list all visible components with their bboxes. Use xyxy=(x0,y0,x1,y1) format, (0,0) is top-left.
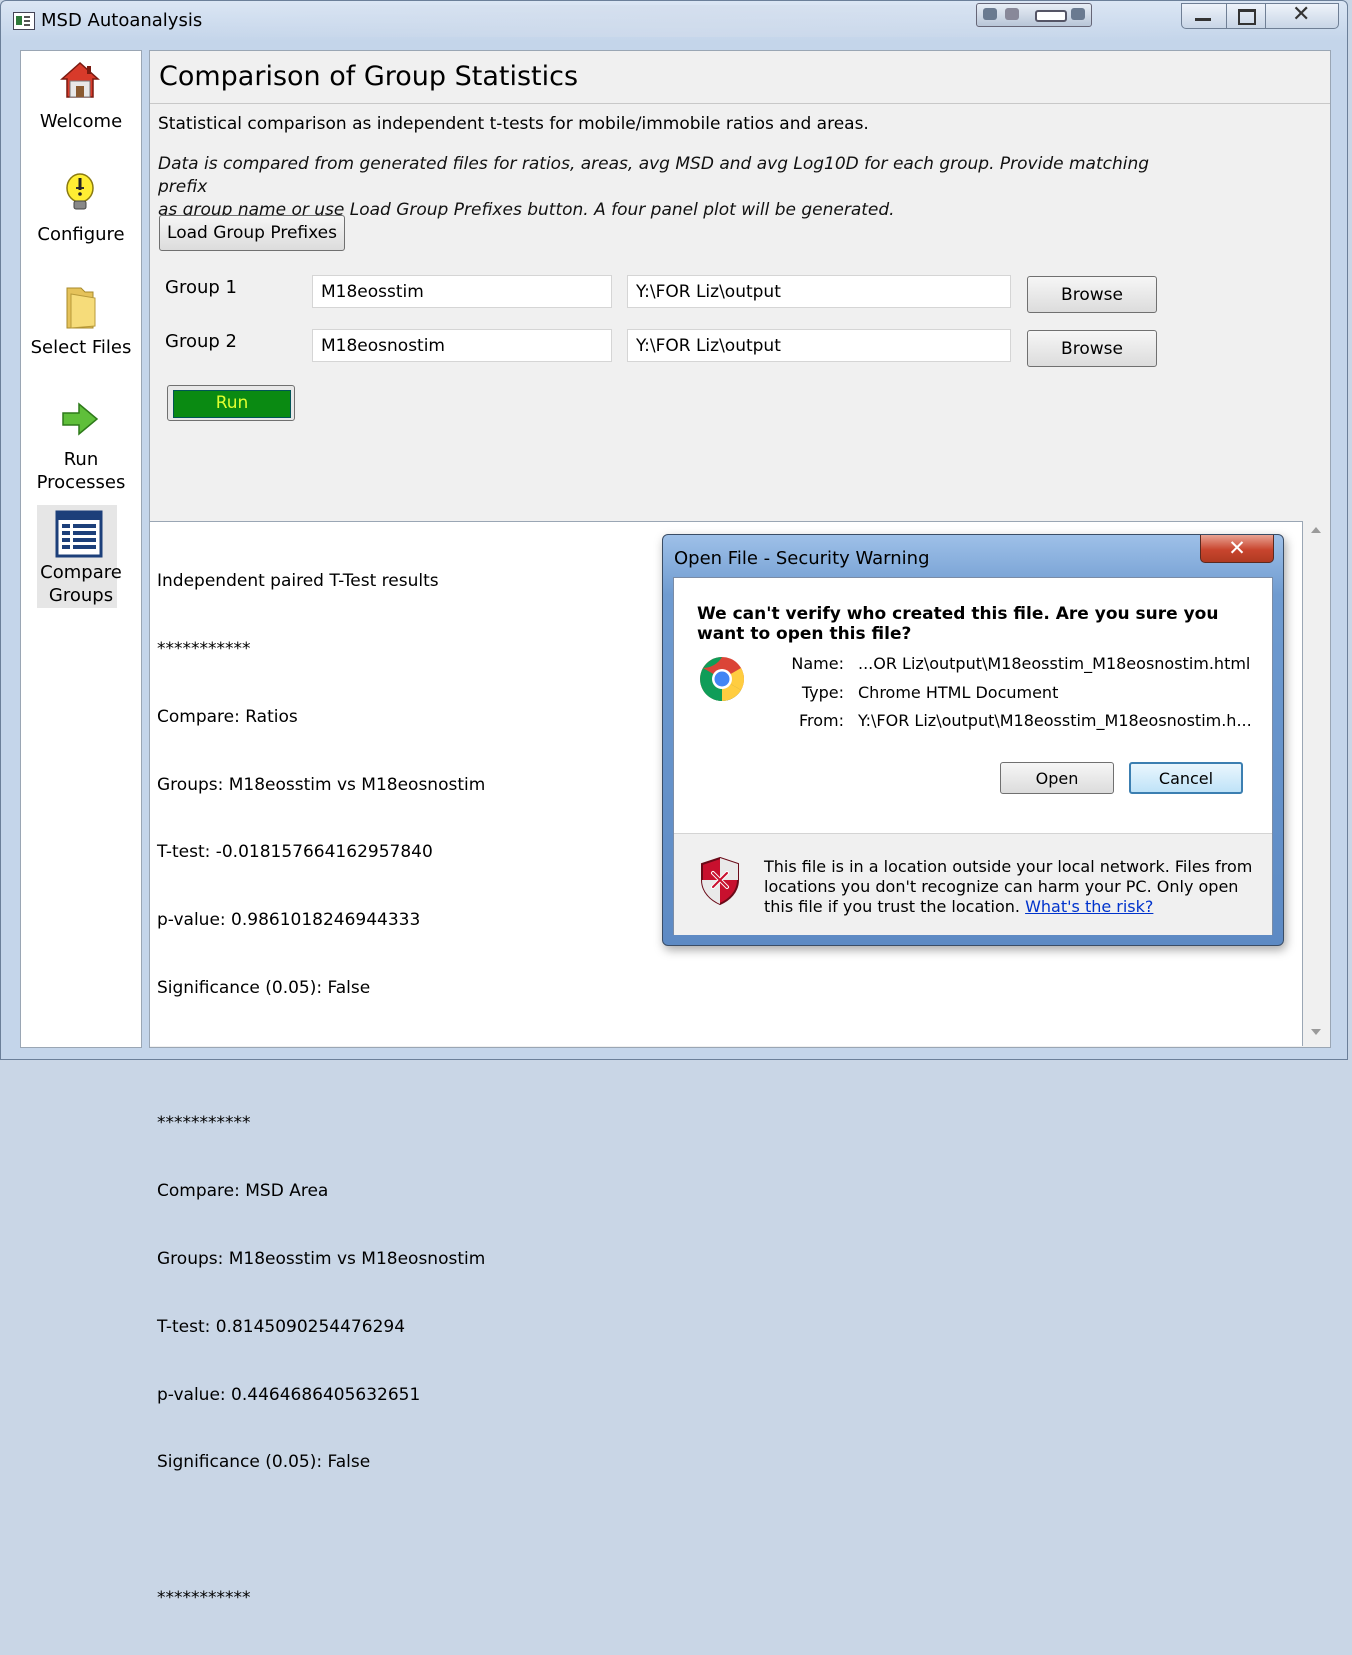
sidebar-item-run-label-line1: Run xyxy=(63,449,99,470)
output-line: Independent paired T-Test results xyxy=(157,571,439,592)
app-icon xyxy=(13,12,35,30)
output-line: *********** xyxy=(157,638,251,659)
page-description: Statistical comparison as independent t-… xyxy=(158,114,869,134)
warning-message: This file is in a location outside your … xyxy=(764,857,1253,916)
page-title: Comparison of Group Statistics xyxy=(159,61,579,92)
output-line: Groups: M18eosstim vs M18eosnostim xyxy=(157,774,486,795)
scroll-down-arrow-icon[interactable] xyxy=(1311,1029,1321,1035)
window-title: MSD Autoanalysis xyxy=(41,10,203,31)
maximize-button[interactable] xyxy=(1226,3,1266,29)
lightbulb-icon[interactable] xyxy=(59,171,101,213)
load-group-prefixes-button[interactable]: Load Group Prefixes xyxy=(159,215,345,251)
output-line: T-test: -0.018157664162957840 xyxy=(157,842,433,863)
scroll-up-arrow-icon[interactable] xyxy=(1311,527,1321,533)
sidebar-item-configure[interactable]: Configure xyxy=(21,223,141,246)
output-line: p-value: 0.9861018246944333 xyxy=(157,910,421,931)
maximize-icon xyxy=(1238,9,1256,25)
file-from-key: From: xyxy=(798,711,844,730)
output-line: *********** xyxy=(157,1113,251,1134)
group2-label: Group 2 xyxy=(165,331,237,352)
file-type-key: Type: xyxy=(801,683,844,702)
dialog-warning-text: This file is in a location outside your … xyxy=(764,857,1254,917)
output-line: p-value: 0.4464686405632651 xyxy=(157,1384,421,1405)
folder-icon[interactable] xyxy=(59,284,101,329)
run-button[interactable]: Run xyxy=(167,385,295,421)
taskbar-thumbnail-buttons[interactable] xyxy=(976,3,1092,27)
output-line: ​ xyxy=(157,1045,485,1068)
output-line: ​ xyxy=(157,1519,485,1542)
chrome-icon xyxy=(699,656,745,702)
description-italic-line1: Data is compared from generated files fo… xyxy=(158,154,1150,197)
results-scrollbar[interactable] xyxy=(1305,521,1329,1045)
file-type-value: Chrome HTML Document xyxy=(858,683,1059,702)
group1-browse-button[interactable]: Browse xyxy=(1027,276,1157,313)
minimize-button[interactable] xyxy=(1181,3,1227,29)
arrow-right-icon[interactable] xyxy=(59,398,101,440)
output-line: T-test: 0.8145090254476294 xyxy=(157,1316,406,1337)
file-name-key: Name: xyxy=(791,654,844,673)
group2-browse-button[interactable]: Browse xyxy=(1027,330,1157,367)
group2-prefix-input[interactable]: M18eosnostim xyxy=(312,329,612,362)
close-icon: ✕ xyxy=(1292,2,1311,27)
minimize-icon xyxy=(1195,18,1211,21)
house-icon[interactable] xyxy=(59,59,101,101)
output-line: Significance (0.05): False xyxy=(157,1452,371,1473)
open-button[interactable]: Open xyxy=(1000,762,1114,794)
output-line: Significance (0.05): False xyxy=(157,977,371,998)
dialog-question: We can't verify who created this file. A… xyxy=(697,604,1219,644)
output-line: Compare: MSD Area xyxy=(157,1181,329,1202)
output-line: Groups: M18eosstim vs M18eosnostim xyxy=(157,1249,486,1269)
security-warning-dialog: Open File - Security Warning ✕ We can't … xyxy=(662,534,1284,946)
output-line: *********** xyxy=(157,1587,251,1608)
dialog-warning-footer: This file is in a location outside your … xyxy=(674,833,1272,935)
sidebar-item-compare-label-line1: Compare xyxy=(40,562,122,583)
whats-the-risk-link[interactable]: What's the risk? xyxy=(1025,897,1153,916)
dialog-body: We can't verify who created this file. A… xyxy=(673,577,1273,935)
group1-folder-input[interactable]: Y:\FOR Liz\output xyxy=(627,275,1011,308)
results-text: Independent paired T-Test results ******… xyxy=(157,525,485,1655)
table-icon[interactable] xyxy=(55,510,103,558)
sidebar-item-select-files[interactable]: Select Files xyxy=(21,336,141,359)
file-name-value: ...OR Liz\output\M18eosstim_M18eosnostim… xyxy=(858,654,1251,673)
close-button[interactable]: ✕ xyxy=(1265,2,1339,29)
group2-folder-input[interactable]: Y:\FOR Liz\output xyxy=(627,329,1011,362)
sidebar-item-compare-groups[interactable]: Compare Groups xyxy=(21,561,141,607)
group1-label: Group 1 xyxy=(165,277,237,298)
cancel-button[interactable]: Cancel xyxy=(1129,762,1243,794)
group1-prefix-input[interactable]: M18eosstim xyxy=(312,275,612,308)
shield-warning-icon xyxy=(698,856,742,906)
output-line: Compare: Ratios xyxy=(157,706,298,727)
sidebar-item-run-label-line2: Processes xyxy=(36,472,126,493)
dialog-title: Open File - Security Warning xyxy=(674,548,930,569)
title-divider xyxy=(150,103,1330,104)
sidebar-item-compare-label-line2: Groups xyxy=(48,585,114,606)
page-description-italic: Data is compared from generated files fo… xyxy=(158,153,1168,222)
sidebar: Welcome Configure Select Files Run Proce… xyxy=(20,50,142,1048)
sidebar-item-welcome[interactable]: Welcome xyxy=(21,110,141,133)
sidebar-item-run-processes[interactable]: Run Processes xyxy=(21,448,141,494)
run-button-label: Run xyxy=(173,390,291,418)
dialog-close-button[interactable]: ✕ xyxy=(1200,535,1274,563)
file-from-value: Y:\FOR Liz\output\M18eosstim_M18eosnosti… xyxy=(858,711,1252,730)
